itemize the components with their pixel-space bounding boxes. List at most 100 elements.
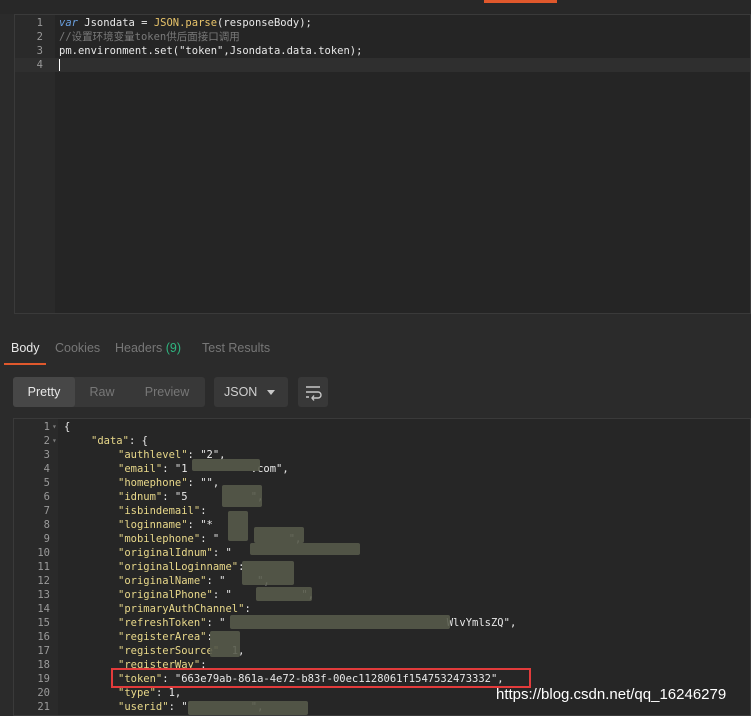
- json-line: 7 "isbindemail":: [14, 504, 750, 518]
- line-number: 7: [43, 505, 50, 517]
- redaction-smudge: [230, 615, 450, 629]
- redaction-smudge: [192, 459, 260, 471]
- json-value: :: [200, 505, 207, 517]
- line-number: 20: [37, 687, 50, 699]
- code-token: ,Jsondata.data.token);: [223, 45, 363, 57]
- fold-toggle-icon[interactable]: ▾: [52, 420, 57, 434]
- code-token: var: [59, 17, 78, 29]
- json-line: 5 "homephone": "",: [14, 476, 750, 490]
- fold-toggle-icon[interactable]: ▾: [52, 434, 57, 448]
- tab-test-results[interactable]: Test Results: [202, 341, 270, 355]
- view-mode-group: Pretty Raw Preview: [13, 377, 205, 407]
- line-number: 14: [37, 603, 50, 615]
- wrap-lines-icon: [306, 386, 322, 401]
- test-script-editor[interactable]: 1 var Jsondata = JSON.parse(responseBody)…: [14, 14, 751, 314]
- code-token: //设置环境变量token供后面接口调用: [59, 31, 240, 43]
- tab-body-underline: [4, 363, 46, 365]
- json-line: 6 "idnum": "5 ",: [14, 490, 750, 504]
- json-text: "originalIdnum": ": [118, 546, 232, 560]
- line-number: 16: [37, 631, 50, 643]
- redaction-smudge: [210, 631, 240, 657]
- line-number: 8: [43, 519, 50, 531]
- json-line: 4 "email": "1 .com",: [14, 462, 750, 476]
- json-text: "data": {: [91, 434, 148, 448]
- line-number: 13: [37, 589, 50, 601]
- code-text: var Jsondata = JSON.parse(responseBody);: [59, 16, 312, 30]
- line-number: 6: [43, 491, 50, 503]
- json-key: "primaryAuthChannel": [118, 603, 245, 615]
- line-number: 12: [37, 575, 50, 587]
- json-key: "originalName": [118, 575, 207, 587]
- redaction-smudge: [242, 561, 294, 585]
- line-number: 15: [37, 617, 50, 629]
- raw-button[interactable]: Raw: [77, 377, 127, 407]
- preview-button[interactable]: Preview: [133, 377, 201, 407]
- code-text: pm.environment.set("token",Jsondata.data…: [59, 44, 362, 58]
- code-token: "token": [179, 45, 224, 57]
- json-line: 8 "loginname": "*: [14, 518, 750, 532]
- json-value: : 1,: [155, 687, 182, 699]
- line-number: 18: [37, 659, 50, 671]
- json-line: 12 "originalName": " ",: [14, 574, 750, 588]
- format-select[interactable]: JSON: [214, 377, 288, 407]
- code-token: Jsondata =: [77, 17, 154, 29]
- response-tabs: Body Cookies Headers (9) Test Results: [0, 325, 751, 367]
- watermark: https://blog.csdn.net/qq_16246279: [496, 686, 727, 703]
- pretty-button[interactable]: Pretty: [13, 377, 75, 407]
- json-text: "registerArea":: [118, 630, 213, 644]
- json-line: 16 "registerArea":: [14, 630, 750, 644]
- json-line: 2 ▾ "data": {: [14, 434, 750, 448]
- json-key: "originalIdnum": [118, 547, 213, 559]
- code-token: pm.environment.set(: [59, 45, 180, 57]
- json-key: "originalLoginname": [118, 561, 239, 573]
- json-key: "type": [118, 687, 156, 699]
- json-line: 10 "originalIdnum": ": [14, 546, 750, 560]
- line-number: 9: [43, 533, 50, 545]
- line-number: 10: [37, 547, 50, 559]
- redaction-smudge: [250, 543, 360, 555]
- top-tab-strip: [0, 0, 751, 14]
- tab-headers[interactable]: Headers (9): [115, 341, 181, 355]
- tab-body[interactable]: Body: [11, 341, 40, 355]
- headers-count-badge: (9): [165, 341, 182, 355]
- line-number: 5: [43, 477, 50, 489]
- line-number: 3: [36, 45, 43, 57]
- line-number: 17: [37, 645, 50, 657]
- format-select-value: JSON: [224, 385, 258, 399]
- json-text: "homephone": "",: [118, 476, 219, 490]
- editor-line: 3 pm.environment.set("token",Jsondata.dat…: [15, 44, 750, 58]
- redaction-smudge: [256, 587, 312, 601]
- redaction-smudge: [188, 701, 308, 715]
- json-key: "originalPhone": [118, 589, 213, 601]
- response-body-viewer[interactable]: 1 ▾{2 ▾ "data": {3 "authlevel": "2", 4 "email"…: [13, 418, 751, 716]
- line-number: 1: [36, 17, 43, 29]
- code-text: [59, 58, 60, 72]
- redaction-smudge: [222, 485, 262, 507]
- json-key: "refreshToken": [118, 617, 207, 629]
- editor-line: 2 //设置环境变量token供后面接口调用: [15, 30, 750, 44]
- json-text: "originalLoginname":: [118, 560, 244, 574]
- token-highlight-box: [111, 668, 531, 688]
- wrap-lines-button[interactable]: [298, 377, 328, 407]
- line-number: 21: [37, 701, 50, 713]
- json-key: "mobilephone": [118, 533, 201, 545]
- json-value: : "*: [187, 519, 213, 531]
- json-key: "homephone": [118, 477, 188, 489]
- active-tab-indicator: [484, 0, 557, 3]
- line-number: 4: [43, 463, 50, 475]
- line-number: 3: [43, 449, 50, 461]
- json-line: 14 "primaryAuthChannel":: [14, 602, 750, 616]
- json-value: : {: [128, 435, 148, 447]
- json-value: :: [244, 603, 251, 615]
- json-line: 13"originalPhone": " ",: [14, 588, 750, 602]
- json-key: "loginname": [118, 519, 188, 531]
- tab-cookies[interactable]: Cookies: [55, 341, 100, 355]
- json-value: : ": [212, 547, 232, 559]
- code-token: JSON.parse: [153, 17, 218, 29]
- json-key: "data": [91, 435, 129, 447]
- code-text: //设置环境变量token供后面接口调用: [59, 30, 240, 44]
- json-text: "loginname": "*: [118, 518, 213, 532]
- json-text: {: [64, 421, 71, 433]
- json-key: "authlevel": [118, 449, 188, 461]
- json-key: "email": [118, 463, 163, 475]
